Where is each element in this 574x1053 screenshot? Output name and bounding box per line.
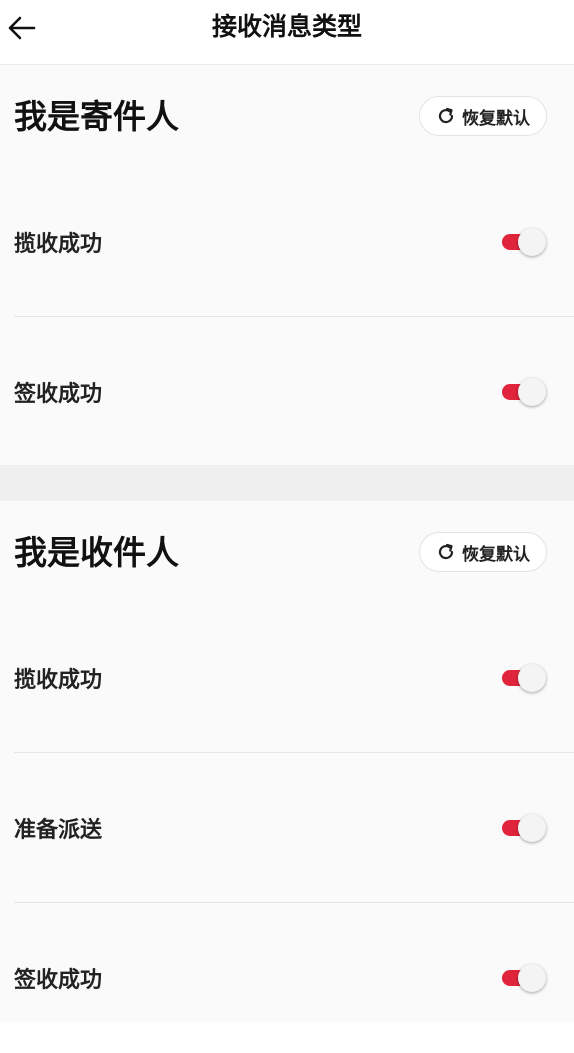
toggle-knob: [518, 814, 546, 842]
list-item: 签收成功: [0, 317, 574, 467]
sender-section: 我是寄件人 恢复默认 揽收成功 签收成功: [0, 65, 574, 465]
section-separator: [0, 465, 574, 501]
toggle-knob: [518, 664, 546, 692]
page-title: 接收消息类型: [211, 12, 362, 41]
item-label: 签收成功: [14, 382, 103, 407]
toggle-knob: [518, 378, 546, 406]
sender-reset-button[interactable]: 恢复默认: [419, 96, 547, 136]
receiver-section-title: 我是收件人: [14, 533, 179, 572]
item-label: 准备派送: [14, 818, 103, 843]
list-item: 签收成功: [0, 903, 574, 1053]
reset-label: 恢复默认: [462, 108, 530, 129]
receiver-reset-button[interactable]: 恢复默认: [419, 532, 547, 572]
item-label: 揽收成功: [14, 232, 103, 257]
list-item: 揽收成功: [0, 167, 574, 317]
receiver-section: 我是收件人 恢复默认 揽收成功 准备派送 签收成功: [0, 501, 574, 1022]
toggle-switch[interactable]: [502, 664, 546, 692]
toggle-knob: [518, 228, 546, 256]
list-item: 揽收成功: [0, 603, 574, 753]
refresh-icon: [438, 107, 454, 124]
sender-section-title: 我是寄件人: [14, 97, 179, 136]
list-item: 准备派送: [0, 753, 574, 903]
refresh-icon: [438, 543, 454, 560]
toggle-switch[interactable]: [502, 814, 546, 842]
toggle-switch[interactable]: [502, 228, 546, 256]
toggle-knob: [518, 964, 546, 992]
item-label: 签收成功: [14, 968, 103, 993]
toggle-switch[interactable]: [502, 964, 546, 992]
toggle-switch[interactable]: [502, 378, 546, 406]
top-bar: 接收消息类型: [0, 0, 574, 65]
reset-label: 恢复默认: [462, 544, 530, 565]
item-label: 揽收成功: [14, 668, 103, 693]
